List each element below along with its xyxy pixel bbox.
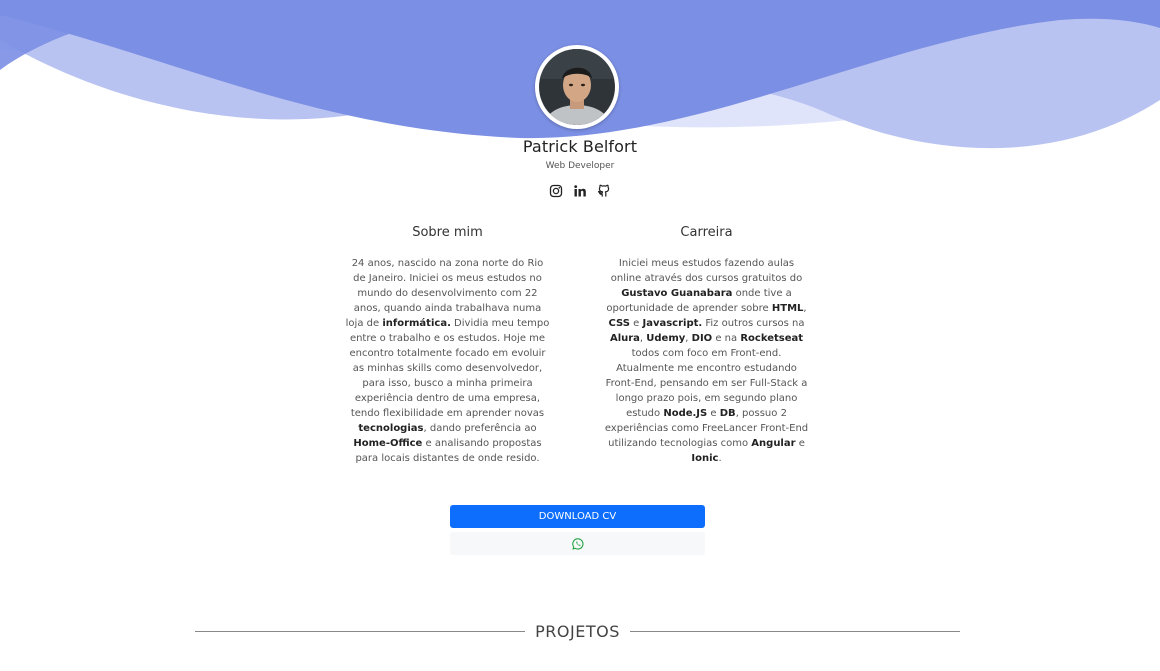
body-text: , [803, 303, 807, 314]
body-text: e [629, 318, 643, 329]
highlight-text: DB [719, 408, 736, 419]
about-section: Sobre mim 24 anos, nascido na zona norte… [345, 224, 550, 466]
body-text: Fiz outros cursos na [702, 318, 805, 329]
highlight-text: CSS [608, 318, 630, 329]
avatar [539, 49, 615, 125]
body-text: e [707, 408, 720, 419]
linkedin-icon[interactable] [573, 183, 587, 197]
whatsapp-button[interactable] [450, 532, 705, 555]
highlight-text: DIO [691, 333, 713, 344]
profile-name: Patrick Belfort [522, 137, 638, 156]
profile-role: Web Developer [545, 161, 615, 171]
instagram-icon[interactable] [549, 183, 563, 197]
highlight-text: Rocketseat [740, 333, 804, 344]
highlight-text: Gustavo Guanabara [621, 288, 733, 299]
highlight-text: Alura [609, 333, 640, 344]
body-text: e [795, 438, 805, 449]
github-icon[interactable] [597, 183, 611, 197]
career-title: Carreira [680, 225, 733, 240]
body-text: e na [712, 333, 741, 344]
highlight-text: Home-Office [353, 438, 423, 449]
highlight-text: HTML [771, 303, 804, 314]
about-title: Sobre mim [412, 225, 483, 240]
whatsapp-icon [571, 537, 584, 550]
body-text: Dividia meu tempo entre o trabalho e os … [349, 318, 550, 419]
divider-left [195, 630, 526, 632]
career-text: Iniciei meus estudos fazendo aulas onlin… [604, 256, 809, 466]
body-text: Iniciei meus estudos fazendo aulas onlin… [610, 258, 803, 284]
highlight-text: Node.JS [663, 408, 708, 419]
highlight-text: informática. [382, 318, 451, 329]
highlight-text: Udemy [646, 333, 686, 344]
social-links [549, 182, 611, 197]
projects-section-header: PROJETOS [195, 620, 960, 642]
career-section: Carreira Iniciei meus estudos fazendo au… [604, 224, 809, 466]
highlight-text: tecnologias [358, 423, 424, 434]
avatar-frame [535, 45, 619, 129]
about-text: 24 anos, nascido na zona norte do Rio de… [345, 256, 550, 466]
body-text: , dando preferência ao [423, 423, 537, 434]
download-cv-button[interactable]: DOWNLOAD CV [450, 505, 705, 528]
divider-right [629, 630, 960, 632]
avatar-photo [539, 49, 615, 125]
highlight-text: Ionic [691, 453, 719, 464]
highlight-text: Javascript. [642, 318, 703, 329]
projects-title: PROJETOS [535, 621, 620, 641]
highlight-text: Angular [751, 438, 796, 449]
body-text: . [718, 453, 722, 464]
